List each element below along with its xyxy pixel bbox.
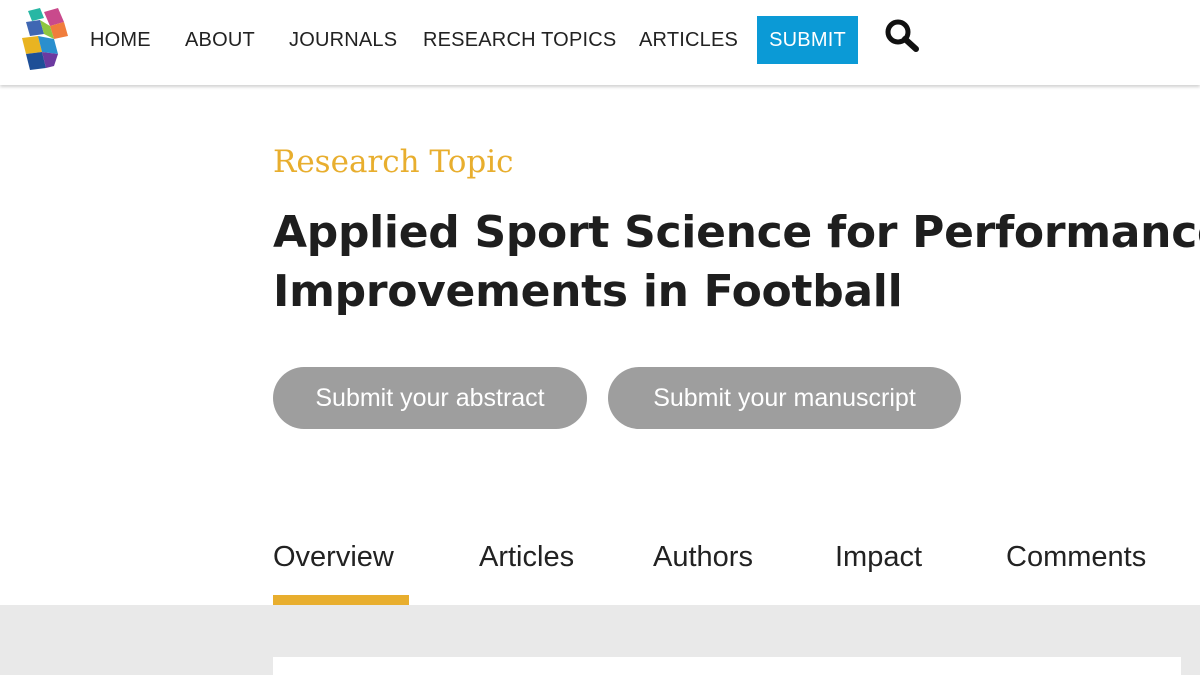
content-card: [273, 657, 1181, 675]
title-line-1: Applied Sport Science for Performance: [273, 207, 1200, 258]
top-navigation-bar: HOME ABOUT JOURNALS RESEARCH TOPICS ARTI…: [0, 0, 1200, 85]
tab-authors[interactable]: Authors: [653, 538, 753, 576]
nav-about-link[interactable]: ABOUT: [185, 28, 255, 52]
nav-articles-link[interactable]: ARTICLES: [639, 28, 738, 52]
search-icon[interactable]: [884, 19, 920, 53]
nav-research-topics-link[interactable]: RESEARCH TOPICS: [423, 28, 616, 52]
nav-home-link[interactable]: HOME: [90, 28, 151, 52]
tab-impact[interactable]: Impact: [835, 538, 922, 576]
active-tab-indicator: [273, 595, 409, 605]
nav-journals-link[interactable]: JOURNALS: [289, 28, 397, 52]
submit-manuscript-button[interactable]: Submit your manuscript: [608, 367, 961, 429]
tab-articles[interactable]: Articles: [479, 538, 574, 576]
page-title: Applied Sport Science for Performance Im…: [273, 203, 1200, 321]
submit-abstract-button[interactable]: Submit your abstract: [273, 367, 587, 429]
stacked-cubes-logo-icon[interactable]: [18, 8, 70, 70]
tab-comments[interactable]: Comments: [1006, 538, 1146, 576]
title-line-2: Improvements in Football: [273, 266, 903, 317]
tab-overview[interactable]: Overview: [273, 538, 394, 576]
research-topic-label: Research Topic: [273, 144, 514, 180]
submit-button[interactable]: SUBMIT: [757, 16, 858, 64]
